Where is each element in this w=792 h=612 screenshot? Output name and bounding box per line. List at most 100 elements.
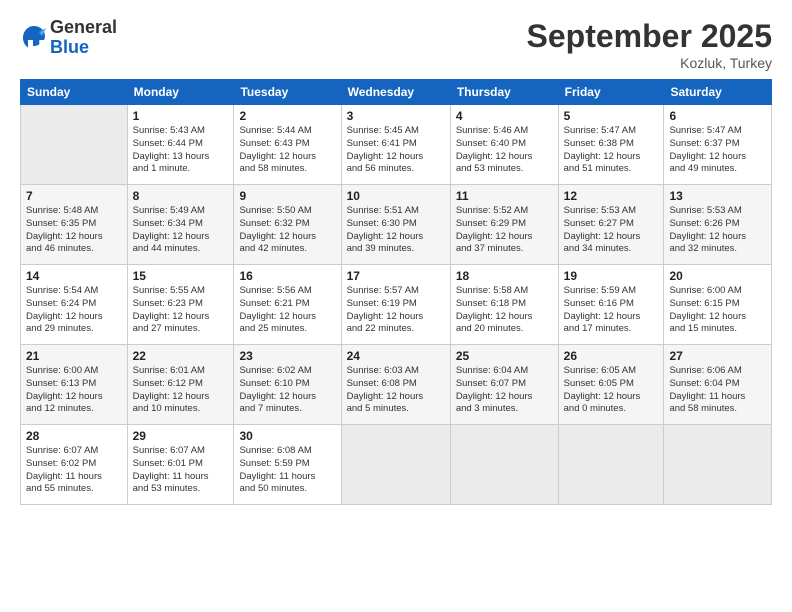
day-cell (21, 105, 128, 185)
day-cell (664, 425, 772, 505)
day-number: 7 (26, 189, 122, 203)
day-info: Sunrise: 6:06 AM Sunset: 6:04 PM Dayligh… (669, 365, 766, 416)
day-number: 12 (564, 189, 659, 203)
day-info: Sunrise: 5:59 AM Sunset: 6:16 PM Dayligh… (564, 285, 659, 336)
day-cell: 6 Sunrise: 5:47 AM Sunset: 6:37 PM Daylig… (664, 105, 772, 185)
week-row-4: 28Sunrise: 6:07 AM Sunset: 6:02 PM Dayli… (21, 425, 772, 505)
day-number: 28 (26, 429, 122, 443)
day-cell: 19Sunrise: 5:59 AM Sunset: 6:16 PM Dayli… (558, 265, 664, 345)
calendar-header: Sunday Monday Tuesday Wednesday Thursday… (21, 80, 772, 105)
subtitle: Kozluk, Turkey (527, 55, 772, 71)
day-info: Sunrise: 6:00 AM Sunset: 6:13 PM Dayligh… (26, 365, 122, 416)
logo-text: General Blue (50, 18, 117, 58)
day-number: 30 (239, 429, 335, 443)
day-cell: 29Sunrise: 6:07 AM Sunset: 6:01 PM Dayli… (127, 425, 234, 505)
day-number: 17 (347, 269, 445, 283)
day-cell: 1 Sunrise: 5:43 AM Sunset: 6:44 PM Daylig… (127, 105, 234, 185)
day-info: Sunrise: 6:01 AM Sunset: 6:12 PM Dayligh… (133, 365, 229, 416)
day-number: 11 (456, 189, 553, 203)
day-info: Sunrise: 6:05 AM Sunset: 6:05 PM Dayligh… (564, 365, 659, 416)
logo-blue: Blue (50, 38, 117, 58)
day-cell: 16 Sunrise: 5:56 AM Sunset: 6:21 PM Dayli… (234, 265, 341, 345)
header-row: Sunday Monday Tuesday Wednesday Thursday… (21, 80, 772, 105)
day-cell: 21 Sunrise: 6:00 AM Sunset: 6:13 PM Dayli… (21, 345, 128, 425)
calendar: Sunday Monday Tuesday Wednesday Thursday… (20, 79, 772, 505)
col-sunday: Sunday (21, 80, 128, 105)
day-number: 22 (133, 349, 229, 363)
day-info: Sunrise: 5:46 AM Sunset: 6:40 PM Dayligh… (456, 125, 553, 176)
month-title: September 2025 (527, 18, 772, 55)
calendar-body: 1 Sunrise: 5:43 AM Sunset: 6:44 PM Daylig… (21, 105, 772, 505)
day-number: 10 (347, 189, 445, 203)
day-cell (341, 425, 450, 505)
header: General Blue September 2025 Kozluk, Turk… (20, 18, 772, 71)
title-section: September 2025 Kozluk, Turkey (527, 18, 772, 71)
day-cell: 7 Sunrise: 5:48 AM Sunset: 6:35 PM Daylig… (21, 185, 128, 265)
day-cell: 12Sunrise: 5:53 AM Sunset: 6:27 PM Dayli… (558, 185, 664, 265)
day-info: Sunrise: 5:47 AM Sunset: 6:38 PM Dayligh… (564, 125, 659, 176)
col-friday: Friday (558, 80, 664, 105)
col-tuesday: Tuesday (234, 80, 341, 105)
day-info: Sunrise: 5:52 AM Sunset: 6:29 PM Dayligh… (456, 205, 553, 256)
day-info: Sunrise: 5:55 AM Sunset: 6:23 PM Dayligh… (133, 285, 229, 336)
day-cell: 20 Sunrise: 6:00 AM Sunset: 6:15 PM Dayli… (664, 265, 772, 345)
day-info: Sunrise: 6:03 AM Sunset: 6:08 PM Dayligh… (347, 365, 445, 416)
day-number: 3 (347, 109, 445, 123)
day-info: Sunrise: 5:43 AM Sunset: 6:44 PM Dayligh… (133, 125, 229, 176)
day-number: 1 (133, 109, 229, 123)
day-cell: 28Sunrise: 6:07 AM Sunset: 6:02 PM Dayli… (21, 425, 128, 505)
day-number: 25 (456, 349, 553, 363)
day-info: Sunrise: 5:48 AM Sunset: 6:35 PM Dayligh… (26, 205, 122, 256)
day-number: 2 (239, 109, 335, 123)
logo-icon (20, 24, 48, 52)
day-cell: 30 Sunrise: 6:08 AM Sunset: 5:59 PM Dayli… (234, 425, 341, 505)
day-number: 23 (239, 349, 335, 363)
day-cell: 27 Sunrise: 6:06 AM Sunset: 6:04 PM Dayli… (664, 345, 772, 425)
day-cell: 22 Sunrise: 6:01 AM Sunset: 6:12 PM Dayli… (127, 345, 234, 425)
day-cell: 3 Sunrise: 5:45 AM Sunset: 6:41 PM Daylig… (341, 105, 450, 185)
day-cell: 10 Sunrise: 5:51 AM Sunset: 6:30 PM Dayli… (341, 185, 450, 265)
day-cell: 15 Sunrise: 5:55 AM Sunset: 6:23 PM Dayli… (127, 265, 234, 345)
day-info: Sunrise: 6:07 AM Sunset: 6:01 PM Dayligh… (133, 445, 229, 496)
day-info: Sunrise: 5:53 AM Sunset: 6:26 PM Dayligh… (669, 205, 766, 256)
day-number: 13 (669, 189, 766, 203)
day-info: Sunrise: 5:54 AM Sunset: 6:24 PM Dayligh… (26, 285, 122, 336)
logo: General Blue (20, 18, 117, 58)
day-info: Sunrise: 5:57 AM Sunset: 6:19 PM Dayligh… (347, 285, 445, 336)
day-info: Sunrise: 5:58 AM Sunset: 6:18 PM Dayligh… (456, 285, 553, 336)
day-cell: 4 Sunrise: 5:46 AM Sunset: 6:40 PM Daylig… (450, 105, 558, 185)
day-cell: 26 Sunrise: 6:05 AM Sunset: 6:05 PM Dayli… (558, 345, 664, 425)
day-cell: 5Sunrise: 5:47 AM Sunset: 6:38 PM Daylig… (558, 105, 664, 185)
day-number: 15 (133, 269, 229, 283)
day-info: Sunrise: 6:08 AM Sunset: 5:59 PM Dayligh… (239, 445, 335, 496)
day-number: 6 (669, 109, 766, 123)
day-number: 20 (669, 269, 766, 283)
day-number: 26 (564, 349, 659, 363)
col-thursday: Thursday (450, 80, 558, 105)
day-number: 16 (239, 269, 335, 283)
day-info: Sunrise: 5:45 AM Sunset: 6:41 PM Dayligh… (347, 125, 445, 176)
day-number: 4 (456, 109, 553, 123)
col-monday: Monday (127, 80, 234, 105)
day-info: Sunrise: 5:50 AM Sunset: 6:32 PM Dayligh… (239, 205, 335, 256)
day-cell: 14Sunrise: 5:54 AM Sunset: 6:24 PM Dayli… (21, 265, 128, 345)
day-number: 21 (26, 349, 122, 363)
week-row-2: 14Sunrise: 5:54 AM Sunset: 6:24 PM Dayli… (21, 265, 772, 345)
day-info: Sunrise: 6:00 AM Sunset: 6:15 PM Dayligh… (669, 285, 766, 336)
day-cell: 9 Sunrise: 5:50 AM Sunset: 6:32 PM Daylig… (234, 185, 341, 265)
day-number: 9 (239, 189, 335, 203)
day-cell: 18 Sunrise: 5:58 AM Sunset: 6:18 PM Dayli… (450, 265, 558, 345)
day-cell: 13 Sunrise: 5:53 AM Sunset: 6:26 PM Dayli… (664, 185, 772, 265)
day-cell: 25 Sunrise: 6:04 AM Sunset: 6:07 PM Dayli… (450, 345, 558, 425)
day-info: Sunrise: 5:56 AM Sunset: 6:21 PM Dayligh… (239, 285, 335, 336)
page: General Blue September 2025 Kozluk, Turk… (0, 0, 792, 612)
col-saturday: Saturday (664, 80, 772, 105)
day-number: 18 (456, 269, 553, 283)
day-info: Sunrise: 6:04 AM Sunset: 6:07 PM Dayligh… (456, 365, 553, 416)
week-row-0: 1 Sunrise: 5:43 AM Sunset: 6:44 PM Daylig… (21, 105, 772, 185)
day-number: 27 (669, 349, 766, 363)
day-cell: 2Sunrise: 5:44 AM Sunset: 6:43 PM Daylig… (234, 105, 341, 185)
day-info: Sunrise: 5:51 AM Sunset: 6:30 PM Dayligh… (347, 205, 445, 256)
day-info: Sunrise: 5:47 AM Sunset: 6:37 PM Dayligh… (669, 125, 766, 176)
logo-general: General (50, 18, 117, 38)
